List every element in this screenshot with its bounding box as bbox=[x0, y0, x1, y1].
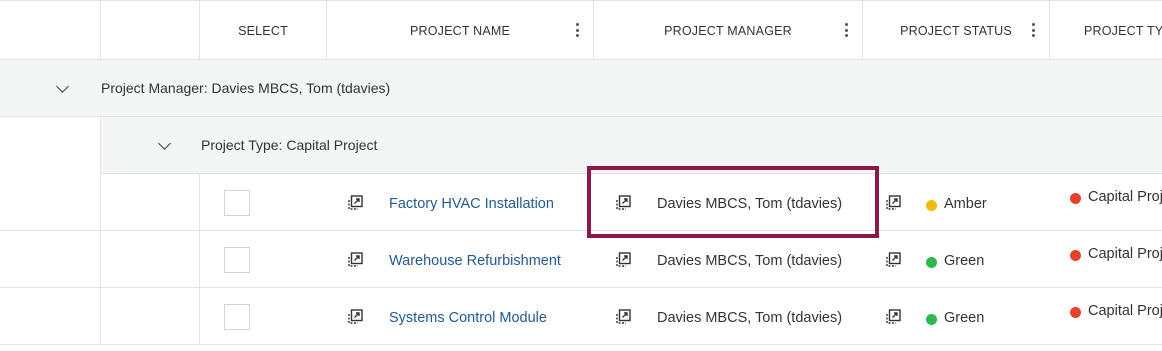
type-dot-icon bbox=[1070, 250, 1081, 261]
divider bbox=[100, 288, 101, 344]
project-name-link[interactable]: Systems Control Module bbox=[389, 310, 547, 326]
project-status-value: Amber bbox=[944, 196, 987, 212]
divider bbox=[199, 231, 200, 287]
type-dot-icon bbox=[1070, 193, 1081, 204]
divider bbox=[100, 231, 101, 287]
group-row-project-type[interactable]: Project Type: Capital Project bbox=[0, 117, 1162, 174]
header-project-type-label: PROJECT TYI bbox=[1084, 23, 1162, 38]
open-record-icon[interactable] bbox=[884, 308, 902, 326]
header-cell-expand bbox=[0, 1, 101, 60]
open-record-icon[interactable] bbox=[346, 308, 364, 326]
open-record-icon[interactable] bbox=[884, 194, 902, 212]
highlight-box bbox=[587, 166, 879, 238]
status-dot-icon bbox=[926, 200, 937, 211]
project-type-value: Capital Proj bbox=[1088, 303, 1162, 319]
open-record-icon[interactable] bbox=[884, 251, 902, 269]
header-project-type[interactable]: PROJECT TYI bbox=[1050, 1, 1162, 60]
row-checkbox[interactable] bbox=[224, 190, 250, 216]
group-row-project-manager[interactable]: Project Manager: Davies MBCS, Tom (tdavi… bbox=[0, 60, 1162, 117]
project-type-value: Capital Proj bbox=[1088, 189, 1162, 205]
chevron-down-icon[interactable] bbox=[56, 80, 69, 93]
column-menu-icon[interactable] bbox=[844, 23, 848, 37]
project-manager-value: Davies MBCS, Tom (tdavies) bbox=[657, 253, 843, 269]
row-checkbox[interactable] bbox=[224, 247, 250, 273]
project-status-value: Green bbox=[944, 310, 985, 326]
header-project-status-label: PROJECT STATUS bbox=[900, 23, 1012, 38]
open-record-icon[interactable] bbox=[346, 194, 364, 212]
project-status-value: Green bbox=[944, 253, 985, 269]
header-project-manager[interactable]: PROJECT MANAGER bbox=[594, 1, 863, 60]
header-cell-blank bbox=[101, 1, 200, 60]
header-project-name-label: PROJECT NAME bbox=[409, 23, 511, 38]
type-dot-icon bbox=[1070, 307, 1081, 318]
open-record-icon[interactable] bbox=[346, 251, 364, 269]
project-name-link[interactable]: Factory HVAC Installation bbox=[389, 196, 554, 212]
column-menu-icon[interactable] bbox=[1031, 23, 1035, 37]
open-record-icon[interactable] bbox=[614, 308, 632, 326]
divider bbox=[199, 288, 200, 344]
chevron-down-icon[interactable] bbox=[158, 137, 171, 150]
project-manager-value: Davies MBCS, Tom (tdavies) bbox=[657, 310, 843, 326]
table-row[interactable]: Warehouse Refurbishment Davies MBCS, Tom… bbox=[0, 231, 1162, 288]
project-name-link[interactable]: Warehouse Refurbishment bbox=[389, 253, 561, 269]
header-project-name[interactable]: PROJECT NAME bbox=[327, 1, 594, 60]
table-row[interactable]: Factory HVAC Installation Davies MBCS, T… bbox=[0, 174, 1162, 231]
status-dot-icon bbox=[926, 257, 937, 268]
divider bbox=[100, 174, 101, 230]
status-dot-icon bbox=[926, 314, 937, 325]
table-header: SELECT PROJECT NAME PROJECT MANAGER PROJ… bbox=[0, 0, 1162, 60]
column-menu-icon[interactable] bbox=[575, 23, 579, 37]
project-type-value: Capital Proj bbox=[1088, 246, 1162, 262]
row-checkbox[interactable] bbox=[224, 304, 250, 330]
group-label-project-type: Project Type: Capital Project bbox=[201, 137, 378, 153]
header-select[interactable]: SELECT bbox=[200, 1, 327, 60]
group-label-project-manager: Project Manager: Davies MBCS, Tom (tdavi… bbox=[101, 80, 391, 96]
divider bbox=[199, 174, 200, 230]
header-project-status[interactable]: PROJECT STATUS bbox=[863, 1, 1050, 60]
open-record-icon[interactable] bbox=[614, 251, 632, 269]
header-project-manager-label: PROJECT MANAGER bbox=[664, 23, 792, 38]
header-select-label: SELECT bbox=[238, 23, 288, 38]
table-row[interactable]: Systems Control Module Davies MBCS, Tom … bbox=[0, 288, 1162, 345]
